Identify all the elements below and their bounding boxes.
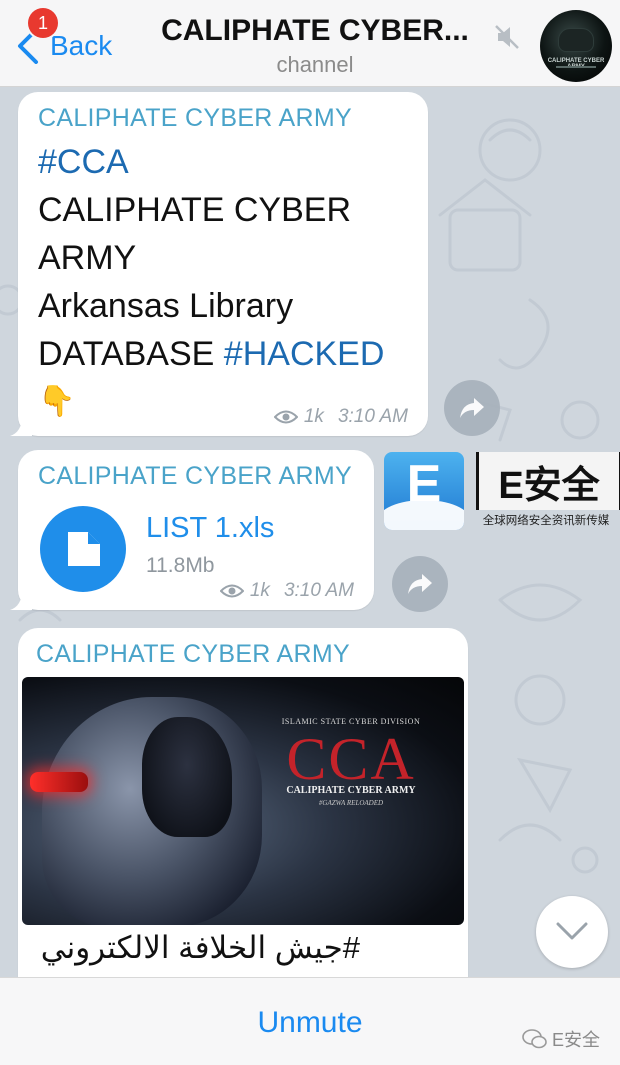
hashtag-cca[interactable]: #CCA [38, 138, 428, 186]
bottom-bar: Unmute E安全 [0, 977, 620, 1065]
watermark-footer: E安全 [522, 1026, 600, 1052]
watermark-slogan: 全球网络安全资讯新传媒 [482, 515, 610, 527]
view-count: 1k [303, 406, 324, 427]
view-count: 1k [249, 580, 270, 601]
message-line: Arkansas Library [38, 287, 294, 325]
avatar-line [556, 66, 596, 68]
share-icon [408, 574, 432, 594]
scroll-to-bottom-button[interactable] [536, 896, 608, 968]
bubble-tail [10, 416, 32, 436]
photo-sub-text: CALIPHATE CYBER ARMY [286, 785, 416, 796]
channel-subtitle: channel [276, 52, 354, 77]
unread-badge: 1 [28, 8, 58, 38]
channel-avatar[interactable]: CALIPHATE CYBER ARMY [540, 10, 612, 82]
chat-header: Back 1 CALIPHATE CYBER... channel CALIPH… [0, 0, 620, 87]
message-text: #CCA CALIPHATE CYBER ARMY Arkansas Libra… [38, 138, 428, 426]
photo-sub-text-2: #GAZWA RELOADED [318, 799, 384, 807]
message-arabic-text: #جيش الخلافة الالكتروني [40, 930, 360, 965]
e-security-logo: E [384, 452, 464, 530]
back-label: Back [50, 30, 113, 61]
share-button[interactable] [392, 556, 448, 612]
share-icon [460, 398, 484, 418]
message-line: CALIPHATE CYBER [38, 191, 352, 229]
file-name[interactable]: LIST 1.xls [146, 512, 274, 545]
message-sender[interactable]: CALIPHATE CYBER ARMY [38, 104, 352, 133]
message-bubble-text[interactable]: CALIPHATE CYBER ARMY #CCA CALIPHATE CYBE… [10, 92, 428, 436]
message-line: ARMY [38, 239, 137, 277]
message-photo[interactable]: ISLAMIC STATE CYBER DIVISION CCA CALIPHA… [22, 677, 464, 925]
message-sender[interactable]: CALIPHATE CYBER ARMY [36, 640, 350, 669]
channel-title[interactable]: CALIPHATE CYBER... [150, 14, 480, 48]
message-meta: 1k 3:10 AM [273, 406, 408, 428]
back-button[interactable]: Back [14, 26, 112, 66]
chevron-down-icon [556, 922, 588, 940]
file-size: 11.8Mb [146, 554, 215, 577]
message-time: 3:10 AM [283, 580, 354, 601]
file-download-button[interactable] [40, 506, 126, 592]
watermark-brand: E安全 [476, 452, 620, 510]
eye-icon [219, 584, 244, 598]
message-bubble-file[interactable]: CALIPHATE CYBER ARMY LIST 1.xls 11.8Mb 1… [10, 450, 374, 610]
eye-icon [273, 410, 298, 424]
hashtag-hacked[interactable]: #HACKED [224, 335, 385, 373]
mute-icon [495, 25, 519, 49]
avatar-caption: CALIPHATE CYBER ARMY [547, 58, 605, 70]
message-sender[interactable]: CALIPHATE CYBER ARMY [38, 462, 352, 491]
photo-big-text: CCA [286, 726, 416, 792]
message-line: DATABASE #HACKED [38, 330, 428, 378]
message-meta: 1k 3:10 AM [219, 580, 354, 602]
photo-red-light [30, 772, 88, 792]
share-button[interactable] [444, 380, 500, 436]
document-icon [68, 532, 100, 566]
message-line-part: DATABASE [38, 335, 224, 373]
wechat-icon [522, 1029, 547, 1049]
logo-cloud [384, 500, 464, 530]
message-time: 3:10 AM [337, 406, 408, 427]
avatar-mask-graphic [558, 28, 594, 52]
watermark-footer-text: E安全 [551, 1030, 600, 1050]
photo-visor [142, 717, 232, 837]
bubble-tail [10, 590, 32, 610]
